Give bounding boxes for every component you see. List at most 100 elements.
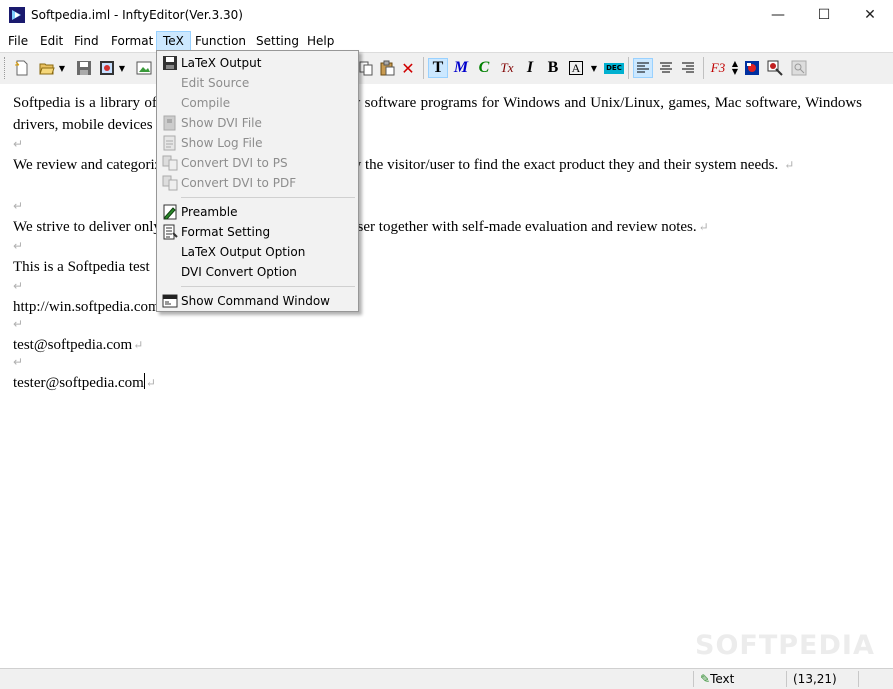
menu-edit[interactable]: Edit <box>34 32 69 50</box>
text-mode-button[interactable]: T <box>428 58 448 78</box>
menu-item-edit-source[interactable]: Edit Source <box>157 73 358 93</box>
return-mark: ↵ <box>13 199 24 213</box>
maximize-button[interactable]: ☐ <box>801 0 847 31</box>
tex-mode-button[interactable]: Tx <box>497 58 517 78</box>
pencil-icon: ✎ <box>700 672 711 686</box>
format-setting-icon <box>163 224 178 240</box>
paragraph: http://win.softpedia.com <box>13 296 862 318</box>
boxed-dropdown-icon[interactable]: ▼ <box>589 58 599 78</box>
menu-separator <box>181 197 355 198</box>
bold-button[interactable]: B <box>543 58 563 78</box>
paragraph-text: This is a Softpedia test <box>13 259 150 275</box>
menu-item-latex-output[interactable]: LaTeX Output <box>157 53 358 73</box>
paragraph: test@softpedia.com↵ <box>13 334 862 356</box>
menu-item-label: Compile <box>181 96 231 110</box>
paragraph-text: http://win.softpedia.com <box>13 299 160 315</box>
function-button[interactable]: F3 <box>708 58 728 78</box>
menu-item-label: DVI Convert Option <box>181 265 297 279</box>
return-mark: ↵ <box>13 137 24 151</box>
convert-pdf-icon <box>162 175 178 191</box>
menu-item-label: LaTeX Output Option <box>181 245 306 259</box>
align-right-icon[interactable] <box>678 58 698 78</box>
editor-area[interactable]: Softpedia is a library of over 400,000 f… <box>0 84 893 668</box>
paragraph: We review and categorize these products … <box>13 154 862 176</box>
paragraph-text: tester@softpedia.com <box>13 375 144 391</box>
minimize-button[interactable]: — <box>755 0 801 31</box>
menu-format[interactable]: Format <box>105 32 159 50</box>
menu-item-dvi-convert-option[interactable]: DVI Convert Option <box>157 262 358 282</box>
menu-item-show-command-window[interactable]: Show Command Window <box>157 291 358 311</box>
status-empty-cell <box>858 671 890 687</box>
menu-item-label: Convert DVI to PDF <box>181 176 297 190</box>
menu-separator <box>181 286 355 287</box>
window-title: Softpedia.iml - InftyEditor(Ver.3.30) <box>31 8 243 22</box>
menu-item-label: LaTeX Output <box>181 56 262 70</box>
log-file-icon <box>163 135 176 151</box>
save-icon[interactable] <box>74 58 94 78</box>
image-icon[interactable] <box>134 58 154 78</box>
command-window-icon <box>162 294 178 308</box>
color-image-icon[interactable] <box>742 58 762 78</box>
toolbar: ▼ ▼ ✕ T M C Tx I B A ▼ DEC F3 ▲ ▼ <box>0 52 893 85</box>
menu-file[interactable]: File <box>2 32 34 50</box>
preview-dropdown-icon[interactable]: ▼ <box>117 58 127 78</box>
paragraph: This is a Softpedia test <box>13 256 862 278</box>
open-folder-icon[interactable] <box>37 58 57 78</box>
menu-tex[interactable]: TeX <box>156 31 191 51</box>
return-mark: ↵ <box>133 338 144 352</box>
return-mark: ↵ <box>13 317 24 331</box>
preamble-icon <box>163 204 177 220</box>
menu-item-show-dvi-file[interactable]: Show DVI File <box>157 113 358 133</box>
new-file-icon[interactable] <box>12 58 32 78</box>
math-mode-button[interactable]: M <box>451 58 471 78</box>
close-button[interactable]: ✕ <box>847 0 893 31</box>
align-left-icon[interactable] <box>633 58 653 78</box>
status-position: (13,21) <box>786 671 853 687</box>
menu-item-label: Convert DVI to PS <box>181 156 288 170</box>
spin-icon[interactable]: ▲ ▼ <box>730 58 740 78</box>
menu-item-latex-output-option[interactable]: LaTeX Output Option <box>157 242 358 262</box>
paragraph: tester@softpedia.com ↵ <box>13 372 862 394</box>
zoom-image-icon[interactable] <box>765 58 785 78</box>
chem-mode-button[interactable]: C <box>474 58 494 78</box>
boxed-letter: A <box>568 61 584 75</box>
return-mark: ↵ <box>145 376 156 390</box>
dvi-file-icon <box>163 115 176 131</box>
decimal-button[interactable]: DEC <box>604 58 624 78</box>
paragraph-text: test@softpedia.com <box>13 337 133 353</box>
paragraph: We strive to deliver only the best produ… <box>13 216 856 238</box>
menu-item-convert-dvi-to-pdf[interactable]: Convert DVI to PDF <box>157 173 358 193</box>
copy-icon[interactable] <box>356 58 376 78</box>
toolbar-gripper[interactable] <box>4 57 8 79</box>
paste-icon[interactable] <box>377 58 397 78</box>
toolbar-separator <box>628 57 629 79</box>
menu-item-format-setting[interactable]: Format Setting <box>157 222 358 242</box>
return-mark: ↵ <box>13 279 24 293</box>
toolbar-separator <box>703 57 704 79</box>
menu-item-label: Format Setting <box>181 225 271 239</box>
boxed-text-button[interactable]: A <box>566 58 586 78</box>
italic-button[interactable]: I <box>520 58 540 78</box>
menu-help[interactable]: Help <box>301 32 340 50</box>
toolbar-separator <box>423 57 424 79</box>
menu-item-preamble[interactable]: Preamble <box>157 202 358 222</box>
search-disabled-icon <box>789 58 809 78</box>
open-dropdown-icon[interactable]: ▼ <box>57 58 67 78</box>
print-preview-icon[interactable] <box>97 58 117 78</box>
menu-item-label: Show DVI File <box>181 116 262 130</box>
status-mode-text: Text <box>710 672 735 686</box>
menu-item-label: Edit Source <box>181 76 250 90</box>
return-mark: ↵ <box>13 239 24 253</box>
menu-item-convert-dvi-to-ps[interactable]: Convert DVI to PS <box>157 153 358 173</box>
paragraph-text: We review and categorize these products … <box>13 157 779 173</box>
align-center-icon[interactable] <box>656 58 676 78</box>
menu-item-show-log-file[interactable]: Show Log File <box>157 133 358 153</box>
menu-item-label: Show Log File <box>181 136 263 150</box>
return-mark: ↵ <box>698 220 709 234</box>
menu-function[interactable]: Function <box>189 32 252 50</box>
menu-find[interactable]: Find <box>68 32 105 50</box>
menu-item-compile[interactable]: Compile <box>157 93 358 113</box>
return-mark: ↵ <box>784 158 795 172</box>
menu-setting[interactable]: Setting <box>250 32 305 50</box>
delete-icon[interactable]: ✕ <box>398 58 418 78</box>
